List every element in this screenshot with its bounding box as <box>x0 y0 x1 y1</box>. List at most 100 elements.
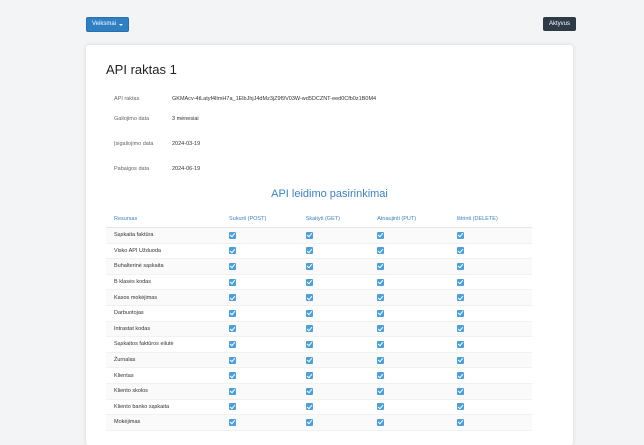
permissions-table-body: Sąskaita faktūra Visko API Užduoda Buhalte… <box>106 227 532 431</box>
actions-dropdown-button[interactable]: Veiksmai <box>86 17 130 32</box>
permission-checkbox-delete[interactable] <box>456 418 464 426</box>
permission-cell-put <box>369 289 449 306</box>
resource-name: Sąskaitos faktūros eilutė <box>106 336 221 353</box>
actions-label: Veiksmai <box>92 21 117 27</box>
permission-checkbox-post[interactable] <box>229 294 236 302</box>
permission-checkbox-put[interactable] <box>377 294 385 302</box>
permission-cell-delete <box>448 289 532 306</box>
permission-checkbox-put[interactable] <box>377 372 385 380</box>
permission-cell-post <box>221 227 298 244</box>
key-info: API raktas GKMAcv-4tLatyf4ltmH7a_1ElbJhj… <box>114 92 554 181</box>
permission-checkbox-delete[interactable] <box>456 340 464 348</box>
permission-checkbox-get[interactable] <box>305 247 313 255</box>
permission-checkbox-get[interactable] <box>305 325 313 333</box>
permission-cell-put <box>369 274 449 291</box>
permission-checkbox-get[interactable] <box>305 231 313 239</box>
permission-checkbox-post[interactable] <box>229 309 236 317</box>
column-header: Atnaujinti (PUT) <box>369 211 449 228</box>
permission-checkbox-get[interactable] <box>305 418 313 426</box>
permission-checkbox-put[interactable] <box>377 247 385 255</box>
info-row-end-date: Pabaigos data 2024-06-19 <box>114 156 554 181</box>
permission-checkbox-get[interactable] <box>305 356 313 364</box>
permission-checkbox-post[interactable] <box>229 231 236 239</box>
permission-cell-get <box>297 414 370 431</box>
permission-checkbox-put[interactable] <box>377 325 385 333</box>
permission-checkbox-post[interactable] <box>229 387 236 395</box>
info-label: Įsigaliojimo data <box>114 140 154 147</box>
permission-checkbox-put[interactable] <box>377 340 385 348</box>
permission-checkbox-delete[interactable] <box>456 403 464 411</box>
permission-cell-get <box>297 367 370 384</box>
permission-checkbox-post[interactable] <box>229 340 236 348</box>
info-label: Galiojimo data <box>114 115 150 122</box>
permission-checkbox-put[interactable] <box>377 231 385 239</box>
permission-checkbox-delete[interactable] <box>456 278 464 286</box>
permission-checkbox-post[interactable] <box>229 278 236 286</box>
permission-cell-post <box>221 383 298 400</box>
permission-checkbox-post[interactable] <box>229 356 236 364</box>
permission-checkbox-put[interactable] <box>377 309 385 317</box>
permissions-title: API leidimo pasirinkimai <box>271 188 388 200</box>
permission-checkbox-delete[interactable] <box>456 325 464 333</box>
table-row: Buhalterinė sąskaita <box>106 258 532 275</box>
table-row: Darbuotojas <box>106 305 532 322</box>
permission-cell-post <box>221 399 298 416</box>
permission-cell-post <box>221 258 298 275</box>
permission-checkbox-post[interactable] <box>229 247 236 255</box>
permission-checkbox-get[interactable] <box>305 278 313 286</box>
permission-checkbox-delete[interactable] <box>456 294 464 302</box>
permission-cell-delete <box>448 258 532 275</box>
resource-name: Intrastat kodas <box>106 321 221 338</box>
permission-checkbox-delete[interactable] <box>456 387 464 395</box>
permission-checkbox-get[interactable] <box>305 387 313 395</box>
permission-cell-get <box>297 227 370 244</box>
permission-checkbox-get[interactable] <box>305 294 313 302</box>
permission-checkbox-post[interactable] <box>229 403 236 411</box>
permission-cell-put <box>369 367 449 384</box>
permission-cell-delete <box>448 321 532 338</box>
permission-cell-post <box>221 336 298 353</box>
permission-checkbox-get[interactable] <box>305 309 313 317</box>
permission-checkbox-put[interactable] <box>377 262 385 270</box>
permission-checkbox-put[interactable] <box>377 418 385 426</box>
permission-checkbox-put[interactable] <box>377 403 385 411</box>
resource-name: Kliento banko sąskaita <box>106 399 221 416</box>
permission-checkbox-get[interactable] <box>305 340 313 348</box>
page-title: API raktas 1 <box>106 62 177 77</box>
table-row: Mokėjimas <box>106 414 532 431</box>
permission-cell-put <box>369 227 449 244</box>
resource-name: Žurnalas <box>106 352 221 369</box>
permission-checkbox-put[interactable] <box>377 356 385 364</box>
permission-checkbox-post[interactable] <box>229 372 236 380</box>
info-label: Pabaigos data <box>114 165 150 172</box>
permission-cell-put <box>369 305 449 322</box>
permission-checkbox-delete[interactable] <box>456 309 464 317</box>
table-row: Sąskaita faktūra <box>106 227 532 244</box>
permission-cell-post <box>221 289 298 306</box>
permission-cell-get <box>297 336 370 353</box>
permission-checkbox-put[interactable] <box>377 387 385 395</box>
permission-checkbox-put[interactable] <box>377 278 385 286</box>
permission-checkbox-delete[interactable] <box>456 262 464 270</box>
permission-cell-put <box>369 399 449 416</box>
permission-checkbox-post[interactable] <box>229 262 236 270</box>
permission-checkbox-delete[interactable] <box>456 372 464 380</box>
permission-cell-post <box>221 414 298 431</box>
permission-checkbox-post[interactable] <box>229 418 236 426</box>
permission-cell-get <box>297 258 370 275</box>
permission-checkbox-delete[interactable] <box>456 356 464 364</box>
permission-checkbox-get[interactable] <box>305 262 313 270</box>
permission-checkbox-post[interactable] <box>229 325 236 333</box>
permission-cell-delete <box>448 399 532 416</box>
api-key-card: API raktas 1 API raktas GKMAcv-4tLatyf4l… <box>86 45 573 445</box>
permission-cell-put <box>369 414 449 431</box>
permission-checkbox-get[interactable] <box>305 403 313 411</box>
permission-cell-delete <box>448 336 532 353</box>
start-date-value: 2024-03-19 <box>172 140 201 147</box>
permission-cell-post <box>221 243 298 260</box>
active-status-button[interactable]: Aktyvus <box>543 17 577 31</box>
permission-checkbox-get[interactable] <box>305 372 313 380</box>
permission-checkbox-delete[interactable] <box>456 231 464 239</box>
permission-checkbox-delete[interactable] <box>456 247 464 255</box>
resource-name: Mokėjimas <box>106 414 221 431</box>
